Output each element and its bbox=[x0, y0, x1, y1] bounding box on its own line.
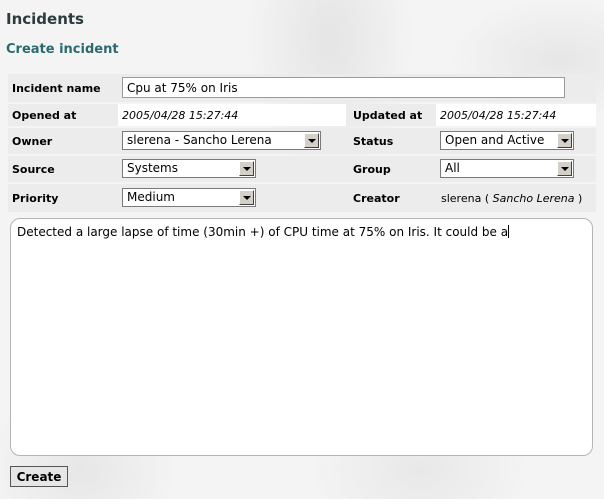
priority-creator-row: Priority Medium Creator slerena ( Sancho… bbox=[8, 184, 596, 212]
status-select-value: Open and Active bbox=[445, 133, 545, 147]
source-group-row: Source Systems Group All bbox=[8, 156, 596, 182]
description-textarea[interactable]: Detected a large lapse of time (30min +)… bbox=[10, 218, 593, 456]
status-select[interactable]: Open and Active bbox=[440, 131, 574, 150]
text-caret bbox=[508, 225, 510, 238]
owner-status-row: Owner slerena - Sancho Lerena Status Ope… bbox=[8, 128, 596, 154]
priority-select-value: Medium bbox=[127, 190, 175, 204]
group-label: Group bbox=[353, 163, 391, 176]
opened-at-value: 2005/04/28 15:27:44 bbox=[122, 109, 239, 122]
status-label: Status bbox=[353, 135, 394, 148]
creator-label: Creator bbox=[353, 192, 400, 205]
owner-label: Owner bbox=[12, 135, 53, 148]
chevron-down-icon[interactable] bbox=[304, 133, 319, 148]
incident-name-row: Incident name bbox=[8, 74, 596, 102]
group-select-value: All bbox=[445, 161, 460, 175]
chevron-down-icon[interactable] bbox=[557, 133, 572, 148]
priority-label: Priority bbox=[12, 192, 59, 205]
chevron-down-icon[interactable] bbox=[239, 161, 254, 176]
updated-at-cell: 2005/04/28 15:27:44 bbox=[436, 104, 596, 126]
creator-value: slerena ( Sancho Lerena ) bbox=[441, 192, 582, 205]
creator-full-name: Sancho Lerena bbox=[492, 192, 575, 205]
chevron-down-icon[interactable] bbox=[239, 190, 254, 205]
owner-select[interactable]: slerena - Sancho Lerena bbox=[122, 131, 321, 150]
incident-name-input[interactable] bbox=[122, 77, 565, 98]
source-select-value: Systems bbox=[127, 161, 178, 175]
opened-at-cell: 2005/04/28 15:27:44 bbox=[118, 104, 346, 126]
chevron-down-icon[interactable] bbox=[557, 161, 572, 176]
creator-close-paren: ) bbox=[574, 192, 583, 205]
source-select[interactable]: Systems bbox=[122, 159, 256, 178]
priority-select[interactable]: Medium bbox=[122, 188, 256, 207]
page-title: Incidents bbox=[6, 10, 84, 28]
timestamps-row: Opened at 2005/04/28 15:27:44 Updated at… bbox=[8, 104, 596, 126]
incident-name-label: Incident name bbox=[12, 82, 101, 95]
creator-user: slerena bbox=[441, 192, 482, 205]
updated-at-label: Updated at bbox=[353, 109, 423, 122]
creator-open-paren: ( bbox=[481, 192, 493, 205]
opened-at-label: Opened at bbox=[12, 109, 77, 122]
create-button[interactable]: Create bbox=[10, 466, 68, 487]
updated-at-value: 2005/04/28 15:27:44 bbox=[440, 109, 557, 122]
source-label: Source bbox=[12, 163, 55, 176]
group-select[interactable]: All bbox=[440, 159, 574, 178]
page-subtitle: Create incident bbox=[6, 42, 119, 57]
description-text: Detected a large lapse of time (30min +)… bbox=[17, 225, 509, 239]
owner-select-value: slerena - Sancho Lerena bbox=[127, 133, 272, 147]
